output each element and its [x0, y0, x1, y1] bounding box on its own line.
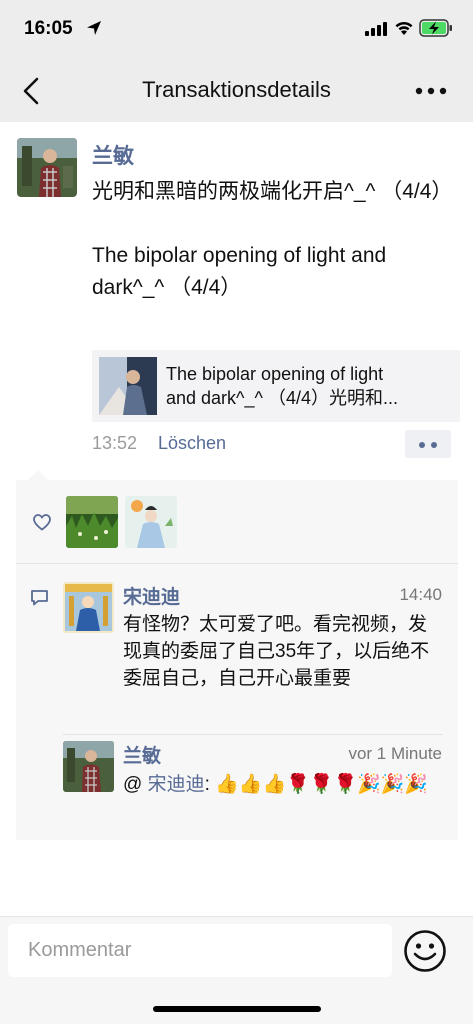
- status-bar: 16:05: [0, 0, 473, 60]
- location-arrow-icon: [87, 21, 101, 35]
- post-timestamp: 13:52: [92, 433, 138, 453]
- post-text: 光明和黑暗的两极端化开启^_^ （4/4） The bipolar openin…: [92, 180, 453, 299]
- emoji-icon[interactable]: [403, 929, 447, 973]
- like-avatar[interactable]: [66, 496, 118, 548]
- post-author-name[interactable]: 兰敏: [92, 140, 134, 170]
- reply-body: : 👍👍👍🌹🌹🌹🎉🎉🎉: [204, 774, 429, 795]
- likes-divider: [16, 563, 458, 564]
- battery-charging-icon: [419, 19, 452, 37]
- more-dot-icon: [419, 442, 425, 448]
- comment-timestamp: 14:40: [399, 585, 442, 604]
- reply-author-name[interactable]: 兰敏: [123, 741, 161, 768]
- more-dot-icon: [431, 442, 437, 448]
- comment-author-name[interactable]: 宋迪迪: [123, 582, 180, 609]
- video-thumbnail-icon: [99, 357, 157, 415]
- interactions-pointer: [28, 470, 48, 480]
- reply-timestamp: vor 1 Minute: [348, 744, 442, 763]
- status-time: 16:05: [24, 18, 73, 39]
- delete-link[interactable]: Löschen: [158, 433, 226, 454]
- post-actions-button[interactable]: [405, 430, 451, 458]
- comment-bubble-icon: [31, 590, 48, 606]
- home-indicator: [153, 1006, 321, 1012]
- like-avatar[interactable]: [125, 496, 177, 548]
- reply-author-avatar[interactable]: [63, 741, 114, 792]
- shared-link-title-line-2: and dark^_^ （4/4）光明和...: [166, 388, 398, 408]
- navigation-bar: Transaktionsdetails: [0, 60, 473, 122]
- wifi-icon: [395, 21, 413, 35]
- comment-text[interactable]: 有怪物？太可爱了吧。看完视频，发现真的委屈了自己35年了，以后绝不委屈自己，自己…: [123, 611, 443, 692]
- tarot-card-avatar-icon: [63, 582, 114, 633]
- more-options-icon[interactable]: [414, 80, 448, 102]
- cellular-signal-icon: [365, 22, 387, 36]
- comment-divider: [63, 734, 443, 735]
- post-author-avatar[interactable]: [17, 138, 77, 197]
- mention-prefix: @: [123, 774, 148, 795]
- shared-link-card[interactable]: The bipolar opening of light and dark^_^…: [92, 350, 460, 422]
- person-photo-icon: [63, 741, 114, 792]
- comment-author-avatar[interactable]: [63, 582, 114, 633]
- shared-link-thumbnail: [99, 357, 157, 415]
- page-title: Transaktionsdetails: [142, 77, 331, 102]
- comment-bar: [0, 916, 473, 1024]
- person-photo-icon: [17, 138, 77, 197]
- shared-link-title-line-1: The bipolar opening of light: [166, 364, 384, 384]
- reply-text[interactable]: @ 宋迪迪: 👍👍👍🌹🌹🌹🎉🎉🎉: [123, 771, 448, 798]
- comment-input[interactable]: [8, 924, 392, 977]
- grass-photo-icon: [66, 496, 118, 548]
- heart-icon: [33, 514, 51, 531]
- mention-link[interactable]: 宋迪迪: [148, 774, 205, 795]
- shared-link-title: The bipolar opening of light and dark^_^…: [166, 362, 454, 410]
- illustration-avatar-icon: [125, 496, 177, 548]
